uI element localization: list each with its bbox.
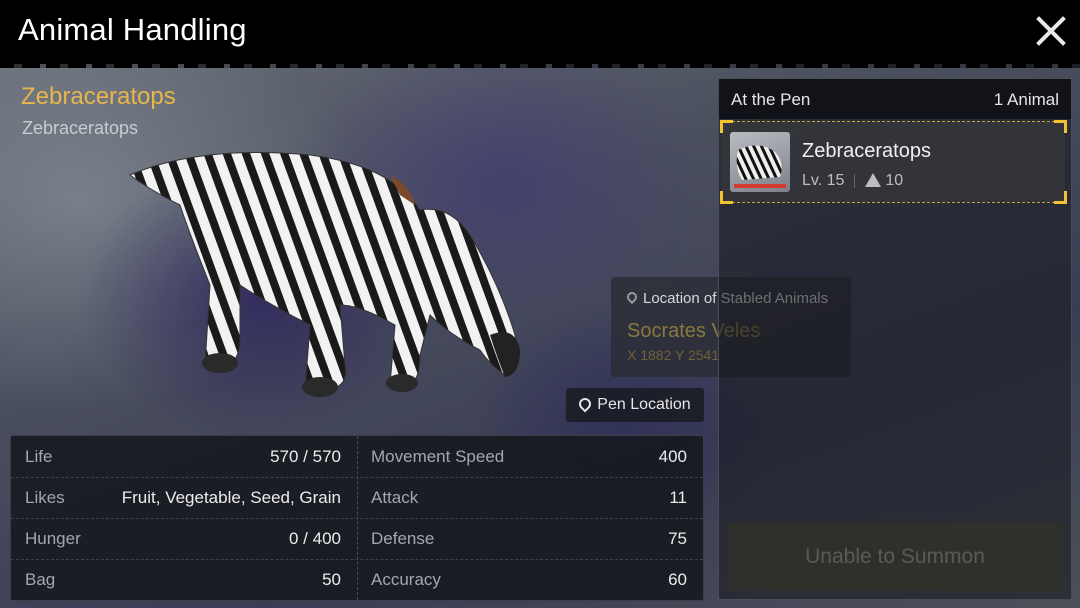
stat-row-likes: Likes Fruit, Vegetable, Seed, Grain	[11, 477, 357, 518]
animal-name: Zebraceratops	[21, 83, 176, 110]
selection-corner	[720, 120, 733, 133]
animal-portrait	[730, 132, 790, 192]
zebraceratops-portrait-icon	[736, 145, 782, 180]
stat-value: 75	[668, 529, 687, 548]
location-pin-icon	[576, 395, 594, 412]
summon-button[interactable]: Unable to Summon	[727, 523, 1063, 591]
pen-title: At the Pen	[731, 90, 811, 109]
stat-row-movement-speed: Movement Speed 400	[357, 436, 703, 477]
stat-label: Accuracy	[371, 570, 441, 589]
stable-coordinates: X 1882 Y 2541	[627, 347, 720, 363]
location-pin-icon	[624, 289, 640, 305]
stat-value: 11	[669, 488, 687, 507]
stat-label: Defense	[371, 529, 435, 548]
pen-location-button[interactable]: Pen Location	[566, 388, 704, 422]
weight-icon	[865, 173, 882, 187]
stat-row-life: Life 570 / 570	[11, 436, 357, 477]
pen-location-label: Pen Location	[597, 396, 691, 413]
title-bar-torn-edge	[0, 58, 1080, 68]
pen-animal-level: Lv. 15	[802, 172, 845, 189]
pen-panel: At the Pen 1 Animal Zebraceratops Lv. 15	[718, 78, 1072, 600]
stat-label: Movement Speed	[371, 447, 505, 466]
stat-label: Bag	[25, 570, 56, 589]
stat-label: Likes	[25, 488, 65, 507]
pen-animal-slot[interactable]: Zebraceratops Lv. 15 10	[720, 120, 1067, 204]
close-icon[interactable]	[1030, 10, 1072, 52]
selection-corner	[1054, 191, 1067, 204]
panel-divider	[719, 515, 1071, 516]
stat-row-accuracy: Accuracy 60	[357, 559, 703, 600]
stat-value: Fruit, Vegetable, Seed, Grain	[121, 488, 341, 507]
stats-table: Life 570 / 570 Likes Fruit, Vegetable, S…	[10, 435, 704, 601]
stat-label: Attack	[371, 488, 419, 507]
stat-row-defense: Defense 75	[357, 518, 703, 559]
health-bar	[734, 184, 786, 188]
selection-corner	[1054, 120, 1067, 133]
meta-separator	[854, 174, 856, 188]
stat-label: Hunger	[25, 529, 81, 548]
zebraceratops-model	[129, 152, 520, 397]
stat-value: 0 / 400	[289, 529, 341, 548]
selection-corner	[720, 191, 733, 204]
stat-row-bag: Bag 50	[11, 559, 357, 600]
pen-animal-weight: 10	[885, 172, 904, 189]
pen-panel-header: At the Pen 1 Animal	[719, 79, 1071, 119]
stat-value: 50	[322, 570, 341, 589]
stat-label: Life	[25, 447, 53, 466]
stat-row-attack: Attack 11	[357, 477, 703, 518]
stat-row-hunger: Hunger 0 / 400	[11, 518, 357, 559]
stat-value: 570 / 570	[270, 447, 341, 466]
stat-value: 60	[668, 570, 687, 589]
window-title: Animal Handling	[18, 12, 247, 47]
pen-animal-count: 1 Animal	[993, 90, 1059, 109]
pen-animal-name: Zebraceratops	[802, 140, 931, 162]
stat-value: 400	[658, 447, 687, 466]
